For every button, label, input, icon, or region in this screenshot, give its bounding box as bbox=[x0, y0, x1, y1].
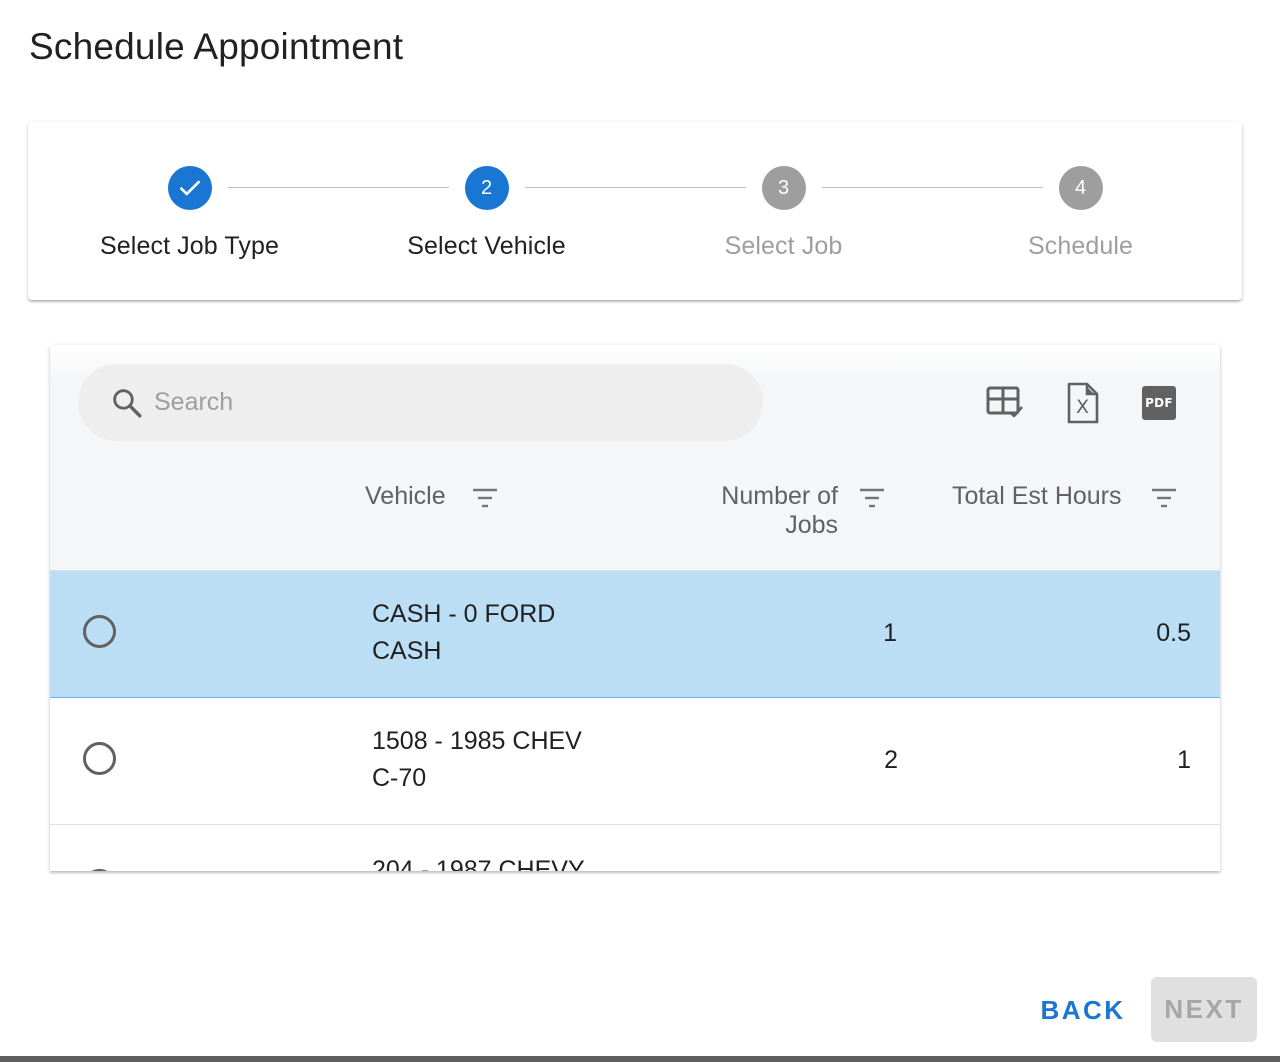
step-label: Select Job Type bbox=[100, 232, 279, 260]
table-row[interactable]: 1508 - 1985 CHEV C-70 2 1 bbox=[50, 698, 1220, 825]
step-number: 4 bbox=[1058, 166, 1103, 210]
back-button[interactable]: BACK bbox=[1030, 978, 1136, 1042]
column-header-jobs-line1: Number of bbox=[721, 482, 838, 510]
vehicle-line1: CASH - 0 FORD bbox=[372, 600, 556, 628]
next-button[interactable]: NEXT bbox=[1151, 977, 1257, 1042]
stepper: Select Job Type 2 Select Vehicle 3 Selec… bbox=[28, 122, 1242, 300]
step-select-vehicle[interactable]: 2 Select Vehicle bbox=[338, 166, 635, 261]
vehicle-line1: 1508 - 1985 CHEV bbox=[372, 727, 582, 755]
vehicle-line2: CASH bbox=[372, 637, 442, 665]
table-row[interactable]: CASH - 0 FORD CASH 1 0.5 bbox=[50, 571, 1220, 698]
jobs-cell: 1 bbox=[883, 619, 897, 647]
column-header-total-est-hours[interactable]: Total Est Hours bbox=[952, 482, 1122, 511]
schedule-appointment-dialog: Schedule Appointment Select Job Type 2 S… bbox=[0, 0, 1280, 1062]
vehicle-cell: 204 - 1987 CHEVY bbox=[372, 852, 585, 871]
pdf-export-icon[interactable]: PDF bbox=[1139, 383, 1179, 423]
filter-icon[interactable] bbox=[472, 487, 498, 509]
vehicle-line2: C-70 bbox=[372, 764, 427, 792]
column-header-jobs-line2: Jobs bbox=[785, 511, 838, 539]
step-number: 3 bbox=[761, 166, 806, 210]
step-select-job-type[interactable]: Select Job Type bbox=[41, 166, 338, 261]
step-label: Schedule bbox=[1027, 232, 1134, 260]
pdf-export-badge: PDF bbox=[1142, 386, 1176, 420]
excel-export-icon[interactable]: X bbox=[1063, 382, 1103, 424]
excel-export-glyph: X bbox=[1076, 396, 1090, 418]
column-chooser-icon[interactable] bbox=[986, 383, 1026, 423]
table-row[interactable]: 204 - 1987 CHEVY bbox=[50, 825, 1220, 871]
step-completed-check-icon bbox=[167, 166, 212, 210]
vehicle-cell: CASH - 0 FORD CASH bbox=[372, 596, 555, 670]
vehicle-line1: 204 - 1987 CHEVY bbox=[372, 856, 585, 871]
step-label: Select Job bbox=[724, 232, 843, 260]
search-icon bbox=[113, 388, 142, 417]
filter-icon[interactable] bbox=[1151, 487, 1177, 509]
pdf-export-glyph: PDF bbox=[1145, 396, 1173, 410]
hours-cell: 1 bbox=[1177, 746, 1191, 774]
window-bottom-edge bbox=[0, 1056, 1280, 1062]
step-label: Select Vehicle bbox=[407, 232, 566, 260]
column-header-vehicle[interactable]: Vehicle bbox=[365, 482, 446, 511]
search-box[interactable] bbox=[78, 364, 763, 441]
vehicle-cell: 1508 - 1985 CHEV C-70 bbox=[372, 723, 582, 797]
row-radio[interactable] bbox=[83, 742, 116, 775]
row-radio[interactable] bbox=[83, 615, 116, 648]
column-header-number-of-jobs[interactable]: Number of Jobs bbox=[700, 482, 838, 540]
vehicle-grid: X PDF Vehicle Number of Jobs bbox=[50, 345, 1220, 871]
row-radio[interactable] bbox=[83, 869, 116, 871]
jobs-cell: 2 bbox=[884, 746, 898, 774]
step-number: 2 bbox=[464, 166, 509, 210]
step-schedule: 4 Schedule bbox=[932, 166, 1229, 261]
search-input[interactable] bbox=[152, 387, 716, 418]
filter-icon[interactable] bbox=[859, 487, 885, 509]
step-select-job: 3 Select Job bbox=[635, 166, 932, 261]
page-title: Schedule Appointment bbox=[29, 26, 404, 67]
hours-cell: 0.5 bbox=[1156, 619, 1191, 647]
grid-header: X PDF Vehicle Number of Jobs bbox=[50, 345, 1220, 571]
